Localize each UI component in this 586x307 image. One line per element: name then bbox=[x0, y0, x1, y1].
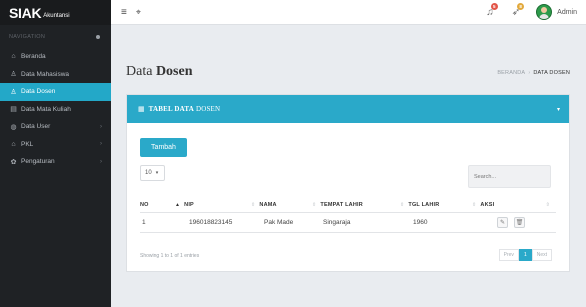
column-header-no[interactable]: NO bbox=[140, 197, 149, 212]
bell-icon[interactable]: ♫ 5 bbox=[486, 2, 498, 18]
pagination-next[interactable]: Next bbox=[531, 249, 552, 261]
column-header-nip[interactable]: ▲ NIP bbox=[175, 197, 194, 212]
user-circle-icon: ◍ bbox=[10, 123, 17, 131]
hamburger-menu-icon[interactable]: ≡ bbox=[121, 7, 127, 18]
sidebar-item-data-mahasiswa[interactable]: ♙ Data Mahasiswa bbox=[0, 66, 111, 84]
pin-icon[interactable]: ⌖ bbox=[136, 7, 141, 18]
table-info: Showing 1 to 1 of 1 entries bbox=[140, 253, 200, 259]
user-name[interactable]: Admin bbox=[557, 9, 577, 16]
top-navbar: ≡ ⌖ ♫ 5 ➶ 8 Admin bbox=[111, 0, 586, 25]
cell-nama: Pak Made bbox=[264, 219, 294, 226]
trash-icon[interactable]: 🗑 bbox=[514, 217, 525, 228]
message-badge: 8 bbox=[517, 2, 525, 10]
sidebar-item-label: Data Mahasiswa bbox=[21, 70, 70, 78]
sort-icon: ⇳ bbox=[545, 201, 550, 208]
table-header: NO ▲ NIP ⇳ NAMA ⇳ TEMPAT LAHIR ⇳ TGL LAHIR ⇳… bbox=[140, 197, 556, 213]
cell-tgl-lahir: 1960 bbox=[413, 219, 428, 226]
sort-icon: ⇳ bbox=[251, 201, 256, 208]
table-row: 1 196018823145 Pak Made Singaraja 1960 ✎… bbox=[140, 213, 556, 233]
book-icon: ▤ bbox=[10, 106, 17, 114]
cell-no: 1 bbox=[142, 219, 146, 226]
sort-icon: ⇳ bbox=[312, 201, 317, 208]
sort-asc-icon: ▲ bbox=[175, 201, 181, 208]
column-header-nama[interactable]: ⇳ NAMA bbox=[251, 197, 277, 212]
user-icon: ♙ bbox=[10, 88, 17, 96]
entries-length-value: 10 bbox=[145, 170, 152, 176]
avatar[interactable] bbox=[536, 4, 553, 20]
sidebar-item-label: Data User bbox=[21, 123, 51, 131]
search-input[interactable] bbox=[468, 165, 551, 188]
table-panel: ▦ TABEL DATA DOSEN ▾ Tambah 10 ▾ NO ▲NIP… bbox=[126, 94, 570, 272]
breadcrumb: BERANDA › DATA DOSEN bbox=[497, 70, 570, 76]
nav-toggle-dot-icon[interactable] bbox=[96, 34, 100, 39]
breadcrumb-current: DATA DOSEN bbox=[533, 70, 570, 76]
sort-icon: ⇳ bbox=[400, 201, 405, 208]
nav-heading: NAVIGATION bbox=[0, 25, 111, 48]
sidebar-item-label: Beranda bbox=[21, 53, 46, 61]
chevron-right-icon: › bbox=[100, 123, 102, 130]
page-title-prefix: Data bbox=[126, 64, 156, 79]
panel-title: TABEL DATA DOSEN bbox=[148, 105, 221, 113]
brand-subtitle: Akuntansi bbox=[43, 13, 70, 19]
topbar-right: ♫ 5 ➶ 8 Admin bbox=[468, 2, 586, 20]
sort-icon: ⇳ bbox=[472, 201, 477, 208]
chevron-down-icon: ▾ bbox=[155, 170, 159, 176]
column-header-tgl-lahir[interactable]: ⇳ TGL LAHIR bbox=[400, 197, 439, 212]
user-icon: ♙ bbox=[10, 71, 17, 79]
pagination-prev[interactable]: Prev bbox=[498, 249, 519, 261]
sidebar-item-label: Data Dosen bbox=[21, 88, 56, 96]
sidebar-item-data-mata-kuliah[interactable]: ▤ Data Mata Kuliah bbox=[0, 101, 111, 119]
edit-icon[interactable]: ✎ bbox=[497, 217, 508, 228]
sidebar-item-pengaturan[interactable]: ✿ Pengaturan › bbox=[0, 153, 111, 171]
breadcrumb-separator: › bbox=[528, 70, 531, 76]
sidebar-item-data-user[interactable]: ◍ Data User › bbox=[0, 118, 111, 136]
sidebar-item-data-dosen[interactable]: ♙ Data Dosen bbox=[0, 83, 111, 101]
sidebar-item-label: PKL bbox=[21, 140, 34, 148]
entries-length-select[interactable]: 10 ▾ bbox=[140, 165, 165, 181]
cell-nip: 196018823145 bbox=[189, 219, 233, 226]
cell-aksi: ✎ 🗑 bbox=[497, 213, 531, 232]
sidebar-item-label: Pengaturan bbox=[21, 158, 55, 166]
breadcrumb-home-link[interactable]: BERANDA bbox=[497, 70, 525, 76]
pagination: Prev 1 Next bbox=[498, 249, 552, 261]
building-icon: ⌂ bbox=[11, 140, 16, 148]
table-grid-icon: ▦ bbox=[138, 106, 145, 113]
sidebar-item-pkl[interactable]: ⌂ PKL › bbox=[0, 136, 111, 154]
brand-name: SIAK bbox=[9, 5, 42, 21]
page-title-bold: Dosen bbox=[155, 64, 193, 79]
add-dosen-button[interactable]: Tambah bbox=[140, 138, 187, 157]
page-title: Data Dosen bbox=[126, 64, 193, 80]
sidebar-item-beranda[interactable]: ⌂ Beranda bbox=[0, 48, 111, 66]
cell-tempat-lahir: Singaraja bbox=[323, 219, 351, 226]
brand-logo[interactable]: SIAK Akuntansi bbox=[0, 0, 111, 25]
collapse-chevron-icon[interactable]: ▾ bbox=[557, 106, 560, 113]
sidebar-item-label: Data Mata Kuliah bbox=[21, 105, 71, 113]
send-icon[interactable]: ➶ 8 bbox=[512, 2, 525, 18]
notification-badge: 5 bbox=[490, 2, 498, 10]
sidebar: SIAK Akuntansi NAVIGATION ⌂ Beranda ♙ Da… bbox=[0, 0, 111, 307]
chevron-right-icon: › bbox=[100, 141, 102, 148]
column-header-tempat-lahir[interactable]: ⇳ TEMPAT LAHIR bbox=[312, 197, 363, 212]
pagination-page-1[interactable]: 1 bbox=[518, 249, 532, 261]
chevron-right-icon: › bbox=[100, 158, 102, 165]
nav-heading-label: NAVIGATION bbox=[9, 33, 46, 40]
panel-header: ▦ TABEL DATA DOSEN ▾ bbox=[127, 95, 569, 123]
home-icon: ⌂ bbox=[11, 53, 16, 61]
gear-icon: ✿ bbox=[10, 158, 17, 166]
column-header-aksi[interactable]: ⇳ AKSI bbox=[472, 197, 494, 212]
